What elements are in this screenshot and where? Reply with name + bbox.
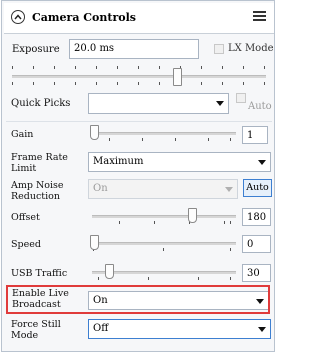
amp-noise-label: Amp Noise Reduction: [11, 180, 64, 202]
divider: [6, 121, 272, 122]
highlight-box: [6, 285, 270, 314]
force-still-select[interactable]: Off: [88, 319, 271, 339]
speed-label: Speed: [11, 239, 41, 250]
usb-traffic-input[interactable]: 30: [242, 264, 271, 282]
gain-label: Gain: [11, 129, 34, 140]
frame-rate-label: Frame Rate Limit: [11, 152, 68, 174]
chevron-down-icon: [258, 327, 266, 332]
usb-traffic-label: USB Traffic: [11, 268, 68, 279]
panel-header: Camera Controls: [4, 3, 274, 34]
speed-input[interactable]: 0: [242, 235, 271, 253]
exposure-label: Exposure: [12, 44, 60, 55]
exposure-slider-thumb[interactable]: [173, 68, 182, 86]
exposure-input[interactable]: 20.0 ms: [69, 39, 199, 59]
chevron-down-icon: [258, 160, 266, 165]
quick-picks-auto-checkbox[interactable]: [236, 93, 246, 103]
chevron-down-icon: [225, 187, 233, 192]
speed-slider-thumb[interactable]: [90, 235, 99, 250]
collapse-icon[interactable]: [11, 10, 25, 24]
lx-mode-label: LX Mode: [228, 43, 274, 54]
offset-slider-thumb[interactable]: [188, 208, 197, 223]
amp-noise-auto-button[interactable]: Auto: [243, 179, 272, 197]
usb-traffic-slider-thumb[interactable]: [105, 264, 114, 279]
quick-picks-label: Quick Picks: [11, 98, 71, 109]
gain-slider-thumb[interactable]: [90, 125, 99, 140]
quick-picks-select[interactable]: [88, 93, 229, 114]
offset-label: Offset: [11, 212, 40, 223]
chevron-down-icon: [216, 101, 224, 106]
menu-icon[interactable]: [253, 11, 266, 23]
quick-picks-auto-label: Auto: [248, 101, 272, 112]
gain-input[interactable]: 1: [242, 126, 268, 144]
offset-input[interactable]: 180: [242, 208, 271, 226]
amp-noise-select[interactable]: On: [88, 179, 238, 199]
lx-mode-checkbox[interactable]: [214, 44, 224, 54]
frame-rate-select[interactable]: Maximum: [88, 152, 271, 172]
panel-title: Camera Controls: [32, 11, 136, 24]
force-still-label: Force Still Mode: [11, 319, 61, 341]
